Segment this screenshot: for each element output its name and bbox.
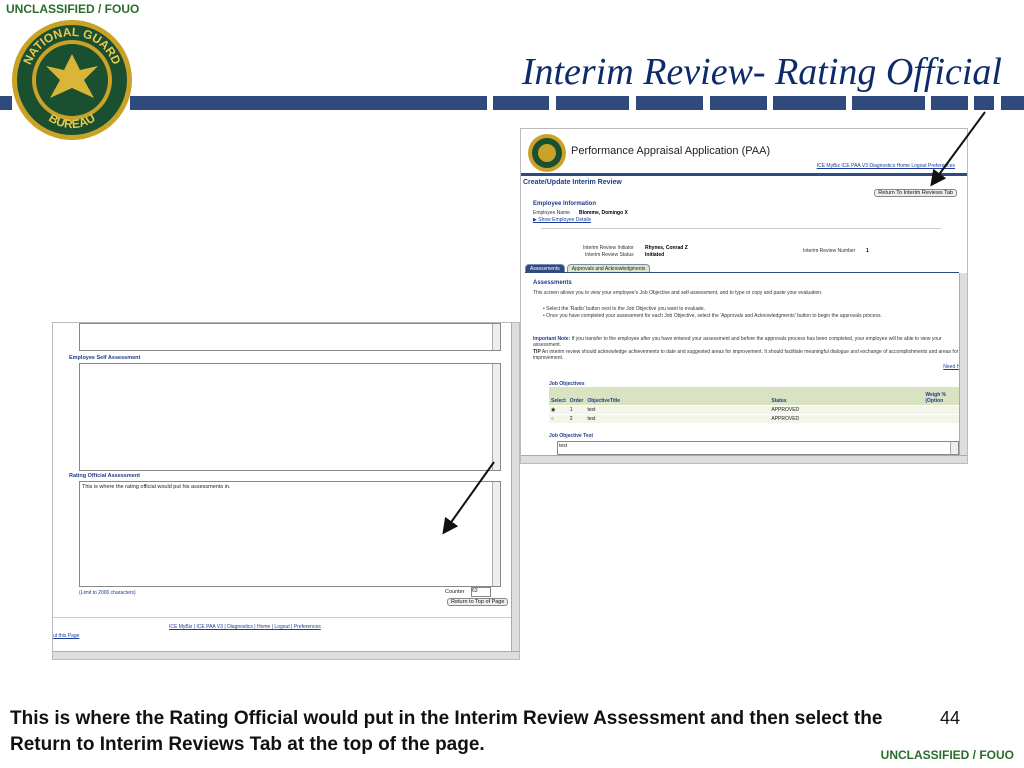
slide-caption: This is where the Rating Official would … [10, 708, 883, 755]
tip-text: An interim review should acknowledge ach… [533, 349, 959, 361]
row-order: 2 [567, 414, 586, 423]
row-weight [923, 405, 963, 415]
page-heading: Create/Update Interim Review [523, 179, 622, 186]
row-order: 1 [567, 405, 586, 415]
paa-logo-icon [528, 134, 566, 172]
paa-screenshot-top: Performance Appraisal Application (PAA) … [520, 128, 968, 464]
employee-self-assessment-label: Employee Self Assessment [69, 355, 141, 361]
important-text: If you transfer to the employee after yo… [533, 336, 942, 348]
footer-links[interactable]: ICE MyBiz | ICE PAA V3 | Diagnostics | H… [169, 624, 321, 630]
col-select: Select [549, 387, 568, 406]
character-limit-note: (Limit to 2000 characters) [79, 590, 136, 596]
rating-official-assessment-textarea[interactable]: This is where the rating official would … [79, 481, 501, 587]
app-global-links[interactable]: ICE MyBiz ICE PAA V3 Diagnostics Home Lo… [817, 163, 955, 169]
table-row[interactable]: ◉ 1 test APPROVED [549, 405, 963, 415]
slide-title: Interim Review- Rating Official [521, 51, 1002, 93]
scrollbar[interactable] [492, 364, 500, 470]
row-radio-selected[interactable]: ◉ [549, 405, 568, 415]
national-guard-bureau-seal: NATIONAL GUARD BUREAU [12, 20, 132, 140]
return-to-top-button[interactable]: Return to Top of Page [447, 598, 509, 606]
important-note: Important Note: If you transfer to the e… [533, 336, 961, 348]
app-title: Performance Appraisal Application (PAA) [571, 145, 771, 157]
instruction-1-text: Select the 'Radio' button next to the Jo… [546, 306, 706, 312]
row-title: test [585, 405, 770, 415]
employee-self-assessment-textarea[interactable] [79, 363, 501, 471]
vertical-scrollbar[interactable] [959, 273, 967, 463]
vertical-scrollbar[interactable] [511, 323, 519, 659]
rating-official-assessment-label: Rating Official Assessment [69, 473, 141, 479]
counter-field: 63 [471, 587, 491, 597]
show-details-label: Show Employee Details [538, 217, 592, 223]
rating-text: This is where the rating official would … [82, 484, 231, 490]
row-title: test [585, 414, 770, 423]
table-header: Select Order ObjectiveTitle Status Weigh… [549, 387, 963, 406]
job-objective-text: test [559, 443, 568, 449]
previous-textarea[interactable] [79, 323, 501, 351]
about-page-link[interactable]: ut this Page [53, 633, 79, 639]
app-header-rule [521, 173, 967, 176]
row-weight [923, 414, 963, 423]
assessments-heading: Assessments [533, 280, 572, 286]
show-employee-details-link[interactable]: ▶ Show Employee Details [533, 217, 591, 223]
initiator-value: Rhynes, Conrad Z [645, 245, 688, 251]
return-to-interim-reviews-button[interactable]: Return To Interim Reviews Tab [874, 189, 957, 197]
job-objective-textarea[interactable]: test [557, 441, 959, 455]
employee-name-value: Blomme, Domingo X [579, 210, 628, 216]
instruction-1: • Select the 'Radio' button next to the … [543, 306, 706, 312]
status-label: Interim Review Status [585, 252, 634, 258]
job-objective-text-label: Job Objective Text [549, 433, 594, 439]
employee-info-heading: Employee Information [533, 201, 597, 207]
divider [541, 228, 941, 229]
scrollbar[interactable] [492, 482, 500, 586]
row-status: APPROVED [769, 405, 924, 415]
assessments-description: This screen allows you to view your empl… [533, 290, 823, 296]
classification-top: UNCLASSIFIED / FOUO [6, 2, 140, 16]
tab-rule [525, 272, 959, 273]
page-number: 44 [940, 708, 961, 728]
horizontal-scrollbar[interactable] [53, 651, 519, 659]
row-radio[interactable]: ○ [549, 414, 568, 423]
paa-screenshot-bottom: Employee Self Assessment Rating Official… [52, 322, 520, 660]
col-order: Order [567, 387, 586, 406]
interim-number-label: Interim Review Number [803, 248, 856, 254]
scrollbar[interactable] [950, 442, 958, 454]
instruction-2: • Once you have completed your assessmen… [543, 313, 882, 319]
counter-label: Counter [445, 589, 465, 595]
row-status: APPROVED [769, 414, 924, 423]
initiator-label: Interim Review Initiator [583, 245, 634, 251]
classification-bottom: UNCLASSIFIED / FOUO [880, 748, 1014, 762]
col-title: ObjectiveTitle [585, 387, 770, 406]
col-weight: Weigh % (Option [923, 387, 963, 406]
tip-note: TIP An interim review should acknowledge… [533, 349, 961, 361]
status-value: Initiated [645, 252, 665, 258]
instruction-2-text: Once you have completed your assessment … [546, 313, 882, 319]
interim-number-value: 1 [866, 248, 869, 254]
job-objectives-table: Select Order ObjectiveTitle Status Weigh… [549, 387, 963, 423]
triangle-right-icon: ▶ [533, 217, 537, 223]
footer-rule [53, 617, 511, 618]
header-band [0, 96, 1024, 110]
col-status: Status [769, 387, 924, 406]
scrollbar[interactable] [492, 324, 500, 350]
table-row[interactable]: ○ 2 test APPROVED [549, 414, 963, 423]
horizontal-scrollbar[interactable] [521, 455, 967, 463]
employee-name-label: Employee Name [533, 210, 570, 216]
